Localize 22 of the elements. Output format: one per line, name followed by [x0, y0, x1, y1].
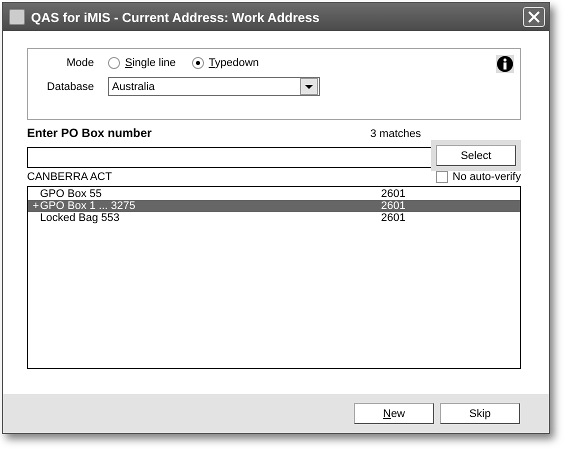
window-title: QAS for iMIS - Current Address: Work Address: [31, 10, 320, 24]
mode-label: Mode: [65, 57, 94, 69]
result-item[interactable]: GPO Box 55 2601: [28, 188, 520, 200]
close-icon: [528, 11, 540, 23]
caret-icon: [305, 84, 313, 88]
close-button[interactable]: [523, 7, 545, 27]
no-auto-verify-checkbox[interactable]: No auto-verify: [436, 171, 521, 183]
dialog-button[interactable]: Skip: [440, 403, 520, 424]
database-dropdown[interactable]: Australia: [108, 77, 320, 96]
mode-radio[interactable]: Single line: [108, 57, 176, 69]
search-field[interactable]: [27, 146, 433, 168]
info-icon[interactable]: [496, 55, 514, 73]
dialog-button[interactable]: New: [354, 403, 434, 424]
mode-radio[interactable]: Typedown: [192, 57, 259, 69]
database-label: Database: [46, 80, 94, 92]
result-item[interactable]: +GPO Box 1 ... 3275 2601: [28, 200, 520, 212]
select-button[interactable]: Select: [436, 145, 516, 166]
app-icon: [9, 9, 25, 25]
match-count: 3 matches: [370, 128, 421, 140]
locality-text: CANBERRA ACT: [27, 171, 112, 183]
prompt-label: Enter PO Box number: [27, 126, 152, 140]
result-item[interactable]: Locked Bag 553 2601: [28, 212, 520, 224]
